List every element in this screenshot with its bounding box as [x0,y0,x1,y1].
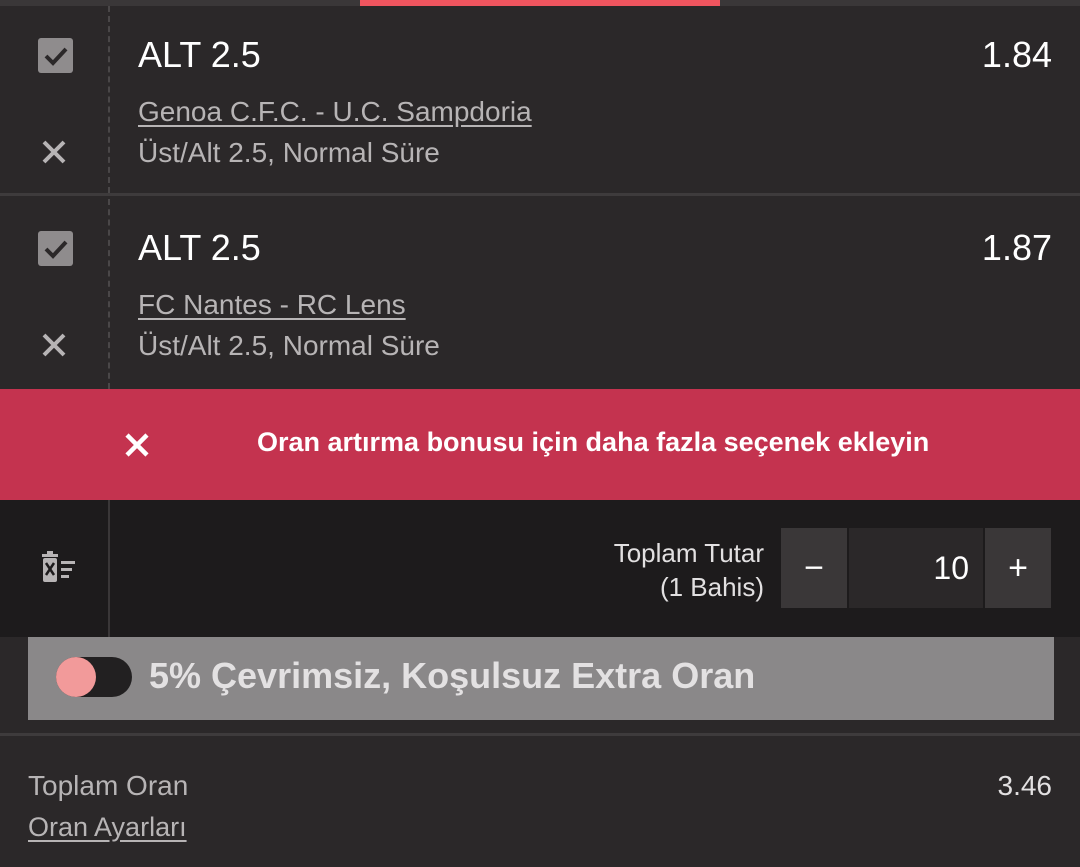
increase-stake-button[interactable]: + [984,527,1052,609]
banner-message: Oran artırma bonusu için daha fazla seçe… [257,427,930,457]
bet-item: ALT 2.5 1.84 Genoa C.F.C. - U.C. Sampdor… [0,6,1080,196]
bet-item: ALT 2.5 1.87 FC Nantes - RC Lens Üst/Alt… [0,199,1080,389]
decrease-stake-button[interactable]: − [780,527,848,609]
bet-count: (1 Bahis) [659,572,764,602]
bet-pick: ALT 2.5 [138,227,261,268]
total-stake-title: Toplam Tutar [613,538,764,568]
extra-odds-toggle[interactable] [56,657,132,697]
match-link[interactable]: FC Nantes - RC Lens [138,289,406,321]
total-odds-value: 3.46 [997,770,1053,801]
bet-pick: ALT 2.5 [138,34,261,75]
dismiss-banner-button[interactable] [120,428,154,462]
odds-settings-link[interactable]: Oran Ayarları [28,812,187,843]
stake-gutter [0,500,110,637]
total-stake-label: Toplam Tutar (1 Bahis) [614,536,764,604]
bet-odds: 1.84 [981,34,1052,75]
bet-market: Üst/Alt 2.5, Normal Süre [138,137,440,168]
match-link[interactable]: Genoa C.F.C. - U.C. Sampdoria [138,96,532,128]
stake-stepper: − 10 + [780,527,1053,609]
bet-select-checkbox[interactable] [38,231,73,266]
close-icon [42,333,66,357]
close-icon [42,140,66,164]
check-icon [44,240,67,259]
check-icon [44,47,67,66]
section-divider [0,733,1080,736]
extra-odds-bar: 5% Çevrimsiz, Koşulsuz Extra Oran [28,637,1054,720]
total-odds-label: Toplam Oran [28,770,189,801]
bet-select-checkbox[interactable] [38,38,73,73]
remove-bet-button[interactable] [38,136,70,168]
remove-bet-button[interactable] [38,329,70,361]
toggle-knob [56,657,96,697]
bet-market: Üst/Alt 2.5, Normal Süre [138,330,440,361]
clear-slip-icon[interactable] [38,548,80,588]
close-icon [125,433,149,457]
stake-input[interactable]: 10 [848,527,984,609]
bet-odds: 1.87 [981,227,1052,268]
extra-odds-label: 5% Çevrimsiz, Koşulsuz Extra Oran [149,655,756,696]
